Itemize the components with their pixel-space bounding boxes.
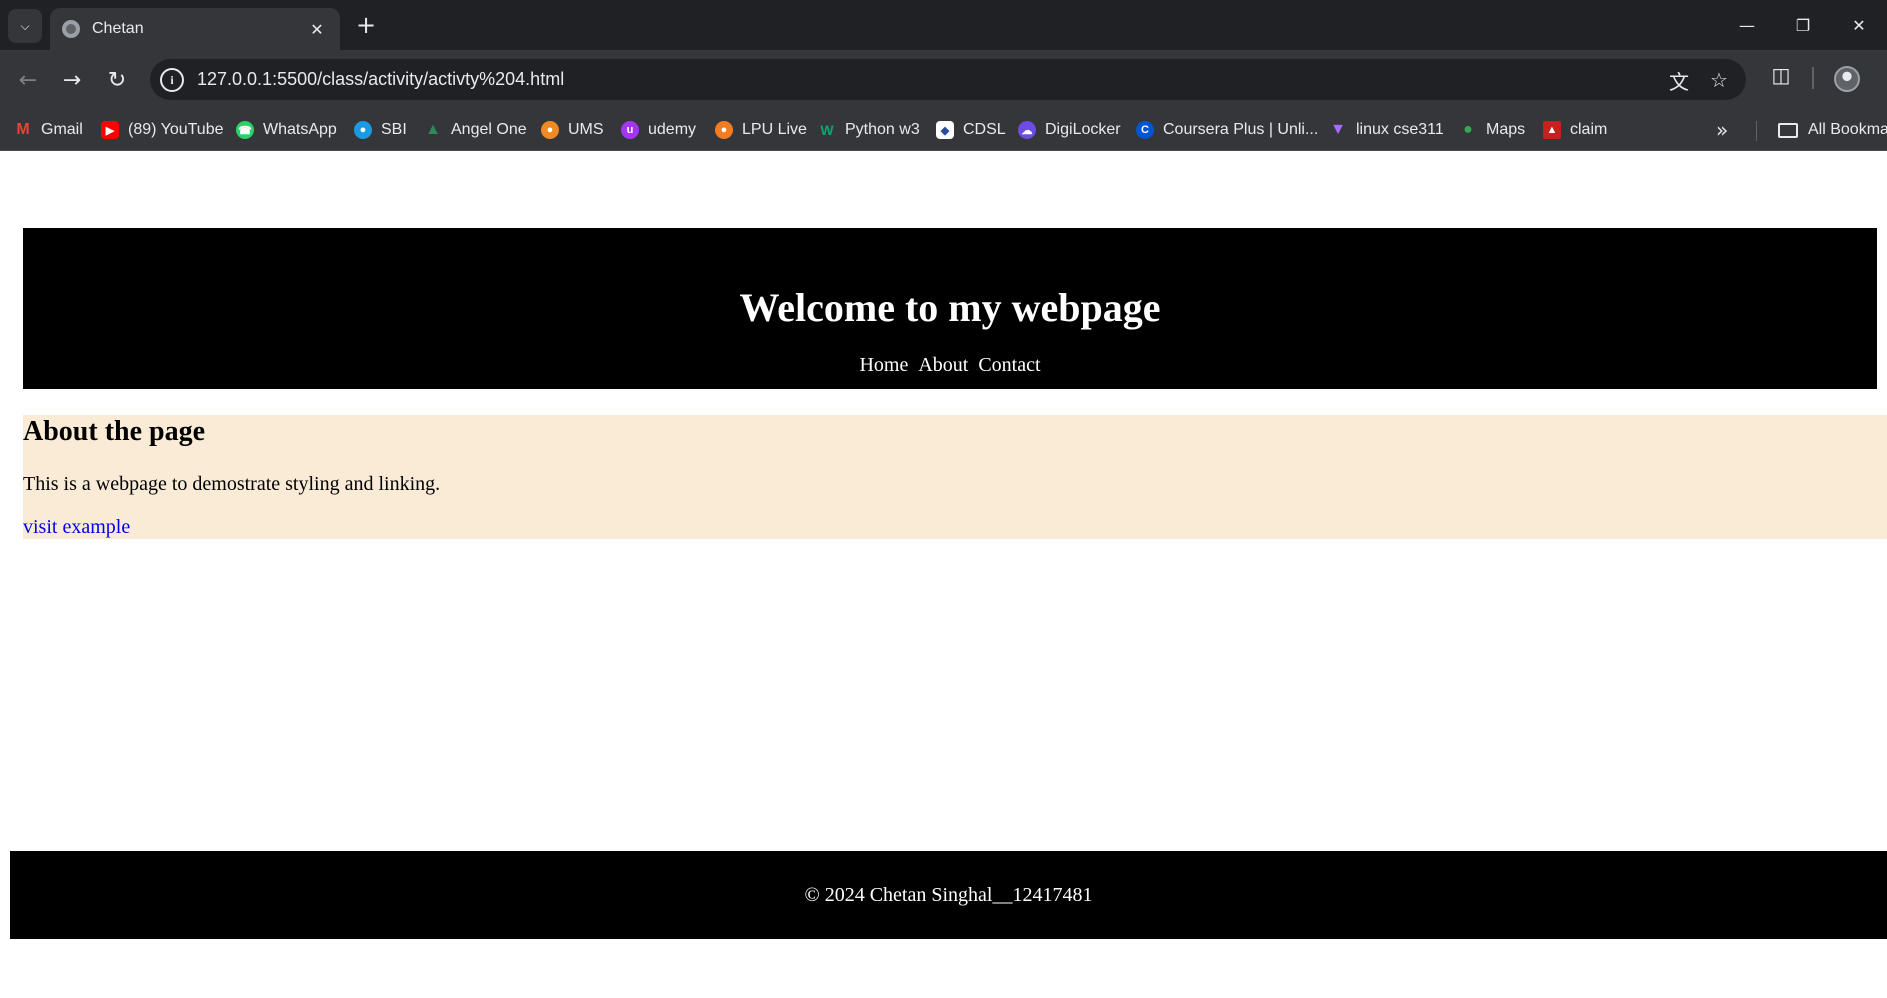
bookmark-gmail[interactable]: M Gmail bbox=[14, 109, 83, 151]
nav-link-home[interactable]: Home bbox=[859, 354, 908, 377]
site-header: Welcome to my webpage Home About Contact bbox=[23, 228, 1877, 389]
bookmarks-divider bbox=[1756, 121, 1757, 141]
bookmark-linux-cse311[interactable]: ▼ linux cse311 bbox=[1329, 109, 1444, 151]
bookmark-label: SBI bbox=[381, 121, 407, 138]
bookmark-angel-one[interactable]: ▲ Angel One bbox=[424, 109, 527, 151]
nav-link-contact[interactable]: Contact bbox=[978, 354, 1040, 377]
footer-text: © 2024 Chetan Singhal__12417481 bbox=[804, 884, 1093, 906]
sbi-icon: ● bbox=[354, 121, 372, 139]
gmail-icon: M bbox=[16, 121, 30, 138]
reload-icon[interactable]: ↻ bbox=[101, 64, 133, 96]
bookmark-label: Maps bbox=[1486, 121, 1526, 138]
about-heading: About the page bbox=[23, 416, 206, 447]
bookmark-youtube[interactable]: ▶ (89) YouTube bbox=[101, 109, 223, 151]
nav-link-about[interactable]: About bbox=[918, 354, 968, 377]
bookmark-udemy[interactable]: u udemy bbox=[621, 109, 696, 151]
bookmark-cdsl[interactable]: ◆ CDSL bbox=[936, 109, 1006, 151]
bookmark-sbi[interactable]: ● SBI bbox=[354, 109, 407, 151]
bookmark-label: WhatsApp bbox=[263, 121, 337, 138]
all-bookmarks-label: All Bookmarks bbox=[1808, 121, 1887, 138]
translate-icon[interactable]: 文 bbox=[1666, 68, 1692, 94]
tab-search-chevron-down-icon[interactable]: ⌵ bbox=[8, 9, 42, 43]
minimize-icon[interactable]: — bbox=[1719, 0, 1775, 50]
bookmark-label: LPU Live bbox=[742, 121, 807, 138]
bookmark-label: Coursera Plus | Unli... bbox=[1163, 121, 1319, 138]
lpu-live-icon: ● bbox=[715, 121, 733, 139]
bookmark-label: linux cse311 bbox=[1356, 121, 1444, 138]
bookmark-ums[interactable]: ● UMS bbox=[541, 109, 604, 151]
restore-icon[interactable]: ❐ bbox=[1775, 0, 1831, 50]
whatsapp-icon: ☎ bbox=[236, 121, 254, 139]
extensions-puzzle-icon[interactable]: ◫ bbox=[1768, 63, 1794, 87]
address-bar[interactable]: i 127.0.0.1:5500/class/activity/activty%… bbox=[150, 59, 1746, 100]
udemy-icon: u bbox=[621, 121, 639, 139]
globe-icon bbox=[62, 20, 80, 38]
new-tab-plus-icon[interactable]: + bbox=[352, 12, 380, 40]
bookmark-label: Angel One bbox=[451, 121, 527, 138]
bookmarks-bar: M Gmail ▶ (89) YouTube ☎ WhatsApp ● SBI ▲ Ang… bbox=[0, 109, 1887, 151]
back-arrow-icon[interactable]: ← bbox=[12, 64, 44, 96]
browser-toolbar: ← → ↻ i 127.0.0.1:5500/class/activity/ac… bbox=[0, 50, 1887, 109]
page-viewport: Welcome to my webpage Home About Contact… bbox=[0, 151, 1887, 998]
bookmark-label: Gmail bbox=[41, 121, 83, 138]
bookmark-claim[interactable]: ▲ claim bbox=[1543, 109, 1607, 151]
bookmark-label: (89) YouTube bbox=[128, 121, 224, 138]
tab-title: Chetan bbox=[92, 20, 144, 37]
maps-icon: ● bbox=[1463, 121, 1473, 138]
bookmark-label: UMS bbox=[568, 121, 604, 138]
bookmark-label: CDSL bbox=[963, 121, 1006, 138]
close-icon[interactable]: ✕ bbox=[306, 20, 328, 39]
bookmark-star-icon[interactable]: ☆ bbox=[1706, 68, 1732, 92]
window-controls: — ❐ ✕ bbox=[1719, 0, 1887, 50]
site-nav: Home About Contact bbox=[23, 354, 1877, 377]
bookmark-whatsapp[interactable]: ☎ WhatsApp bbox=[236, 109, 337, 151]
bookmark-label: claim bbox=[1570, 121, 1608, 138]
claim-icon: ▲ bbox=[1543, 121, 1561, 139]
all-bookmarks-folder[interactable]: All Bookmarks bbox=[1778, 109, 1887, 151]
bookmark-coursera[interactable]: C Coursera Plus | Unli... bbox=[1136, 109, 1318, 151]
w3schools-icon: W bbox=[820, 122, 834, 138]
site-footer: © 2024 Chetan Singhal__12417481 bbox=[10, 851, 1887, 939]
cdsl-icon: ◆ bbox=[936, 121, 954, 139]
page-title: Welcome to my webpage bbox=[739, 285, 1161, 330]
bookmark-digilocker[interactable]: ☁ DigiLocker bbox=[1018, 109, 1121, 151]
angel-one-icon: ▲ bbox=[425, 121, 441, 138]
vite-icon: ▼ bbox=[1330, 121, 1346, 138]
bookmark-maps[interactable]: ● Maps bbox=[1459, 109, 1525, 151]
site-info-icon[interactable]: i bbox=[160, 68, 184, 92]
folder-icon bbox=[1778, 122, 1798, 138]
visit-example-link[interactable]: visit example bbox=[23, 516, 130, 539]
toolbar-divider bbox=[1812, 67, 1814, 89]
url-text[interactable]: 127.0.0.1:5500/class/activity/activty%20… bbox=[197, 69, 564, 90]
window-close-icon[interactable]: ✕ bbox=[1831, 0, 1887, 50]
about-text: This is a webpage to demostrate styling … bbox=[23, 473, 441, 495]
digilocker-icon: ☁ bbox=[1018, 121, 1036, 139]
forward-arrow-icon[interactable]: → bbox=[56, 64, 88, 96]
coursera-icon: C bbox=[1136, 121, 1154, 139]
tab-strip: ⌵ Chetan ✕ + — ❐ ✕ bbox=[0, 0, 1887, 50]
youtube-icon: ▶ bbox=[101, 121, 119, 139]
chevron-double-right-icon[interactable]: » bbox=[1716, 118, 1728, 142]
bookmark-python-w3[interactable]: W Python w3 bbox=[818, 109, 920, 151]
ums-icon: ● bbox=[541, 121, 559, 139]
bookmark-label: Python w3 bbox=[845, 121, 920, 138]
profile-avatar[interactable] bbox=[1834, 66, 1860, 92]
about-section: About the page This is a webpage to demo… bbox=[23, 415, 1887, 539]
tab-active[interactable]: Chetan ✕ bbox=[50, 8, 340, 50]
bookmark-label: udemy bbox=[648, 121, 697, 138]
bookmark-label: DigiLocker bbox=[1045, 121, 1121, 138]
bookmark-lpu-live[interactable]: ● LPU Live bbox=[715, 109, 807, 151]
